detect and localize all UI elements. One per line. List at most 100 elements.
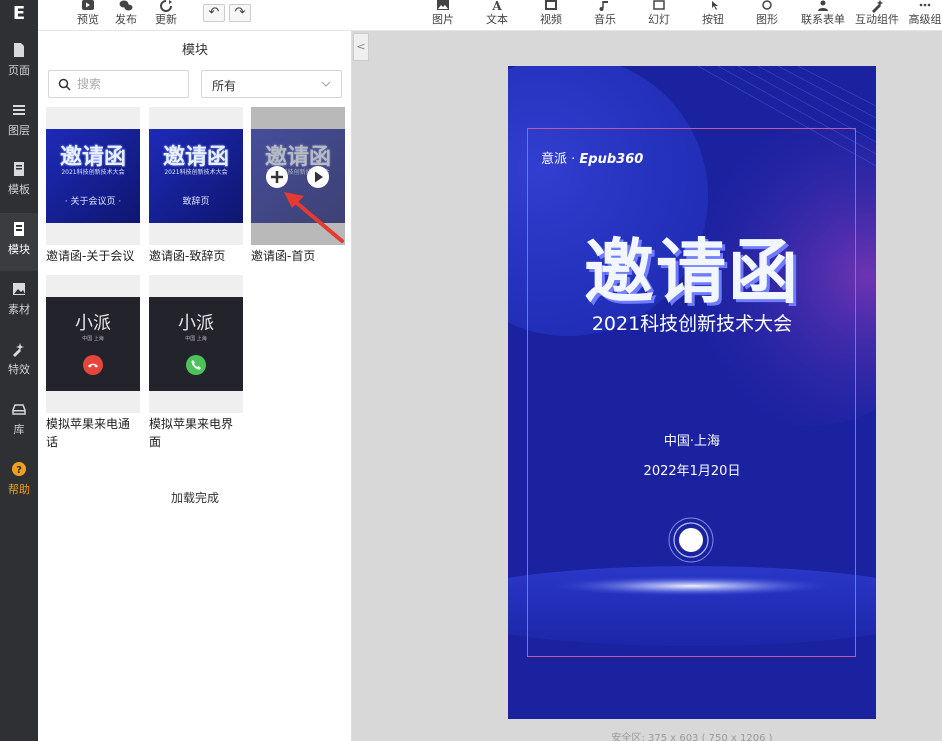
wand-icon	[872, 0, 883, 13]
brand-cn: 意派 ·	[541, 152, 580, 167]
invitation-preview: 邀请函 2021科技创新技术大会 致辞页	[149, 129, 243, 223]
pointer-icon	[712, 1, 718, 10]
button-label: 按钮	[702, 13, 724, 26]
update-label: 更新	[155, 13, 177, 26]
preview-button[interactable]: 预览	[76, 0, 100, 31]
effects-icon	[13, 343, 24, 357]
svg-text:A: A	[491, 0, 502, 13]
event-city[interactable]: 中国·上海	[508, 430, 876, 449]
insert-slideshow-button[interactable]: 幻灯	[646, 0, 672, 31]
conference-name[interactable]: 2021科技创新技术大会	[508, 309, 876, 336]
library-icon	[12, 404, 26, 415]
brand-en: Epub360	[579, 152, 644, 167]
module-thumbnail[interactable]: 小派 中国 上海	[46, 275, 140, 413]
caller-name: 小派	[75, 313, 111, 334]
module-thumbnail[interactable]: 小派 中国 上海	[149, 275, 243, 413]
rail-item-module[interactable]: 模块	[0, 213, 38, 271]
search-input[interactable]	[77, 75, 182, 93]
update-button[interactable]: 更新	[154, 0, 178, 31]
search-box[interactable]	[48, 70, 189, 98]
call-preview: 小派 中国 上海	[46, 297, 140, 391]
help-icon: ?	[12, 462, 26, 476]
refresh-icon	[160, 0, 172, 12]
preview-label: 预览	[77, 13, 99, 26]
template-icon	[14, 162, 24, 176]
layers-icon	[13, 105, 25, 115]
insert-interactive-button[interactable]: 互动组件	[855, 0, 899, 31]
insert-shape-button[interactable]: 图形	[754, 0, 780, 31]
rail-item-label: 模块	[8, 243, 30, 256]
shape-label: 图形	[756, 13, 778, 26]
play-icon	[82, 0, 94, 10]
module-card-speech[interactable]: 邀请函 2021科技创新技术大会 致辞页 邀请函-致辞页	[149, 107, 243, 265]
collapse-panel-button[interactable]: <	[353, 33, 369, 61]
insert-text-button[interactable]: A 文本	[484, 0, 510, 31]
module-caption: 邀请函-首页	[251, 249, 316, 263]
safe-area-frame	[527, 128, 856, 657]
rail-item-assets[interactable]: 素材	[0, 273, 38, 331]
rail-item-library[interactable]: 库	[0, 393, 38, 451]
redo-button[interactable]: ↷	[229, 4, 251, 22]
module-thumbnail[interactable]: 邀请函 2021科技创新技术大会 致辞页	[149, 107, 243, 245]
event-date[interactable]: 2022年1月20日	[508, 460, 876, 479]
video-label: 视频	[540, 13, 562, 26]
rail-item-page[interactable]: 页面	[0, 34, 38, 92]
publish-button[interactable]: 发布	[114, 0, 138, 31]
module-icon	[14, 222, 24, 236]
brand-logo[interactable]: 意派 · Epub360	[541, 148, 643, 167]
video-icon	[545, 0, 557, 10]
rail-item-label: 页面	[8, 64, 30, 77]
app-logo[interactable]: E	[6, 3, 32, 25]
hangup-icon	[83, 355, 103, 375]
insert-button-button[interactable]: 按钮	[700, 0, 726, 31]
undo-button[interactable]: ↶	[203, 4, 225, 22]
search-icon	[58, 78, 71, 91]
insert-form-button[interactable]: 联系表单	[801, 0, 845, 31]
caller-location: 中国 上海	[82, 336, 104, 342]
left-rail: E 页面 图层 模板 模块 素材 特效 库 ? 帮助	[0, 0, 38, 741]
module-card-call[interactable]: 小派 中国 上海 模拟苹果来电通话	[46, 275, 140, 451]
filter-select[interactable]: 所有	[201, 70, 342, 98]
module-thumbnail[interactable]: 邀请函 2021科技创新技术大会 · 关于会议页 ·	[46, 107, 140, 245]
module-caption: 模拟苹果来电界面	[149, 417, 234, 449]
rail-item-template[interactable]: 模板	[0, 153, 38, 211]
insert-image-button[interactable]: 图片	[430, 0, 456, 31]
slideshow-label: 幻灯	[648, 13, 670, 26]
rail-item-effects[interactable]: 特效	[0, 333, 38, 391]
add-module-button[interactable]	[266, 166, 288, 188]
module-caption: 邀请函-致辞页	[149, 249, 226, 263]
music-icon	[599, 1, 608, 11]
insert-video-button[interactable]: 视频	[538, 0, 564, 31]
circle-icon	[762, 0, 772, 10]
advanced-label: 高级组	[908, 13, 942, 26]
more-icon	[919, 3, 931, 7]
rail-item-help[interactable]: ? 帮助	[0, 453, 38, 511]
form-label: 联系表单	[801, 13, 845, 26]
svg-text:?: ?	[16, 465, 22, 476]
chevron-down-icon	[321, 81, 331, 87]
module-card-about[interactable]: 邀请函 2021科技创新技术大会 · 关于会议页 · 邀请函-关于会议	[46, 107, 140, 265]
image-label: 图片	[432, 13, 454, 26]
preview-module-button[interactable]	[307, 166, 329, 188]
rail-item-label: 特效	[8, 363, 30, 376]
loaded-status: 加载完成	[170, 491, 219, 505]
thumb-subtitle: 2021科技创新技术大会	[164, 169, 228, 176]
rail-item-label: 库	[13, 423, 25, 436]
module-panel: 模块 所有 邀请函 2021科技创新技术大会 · 关于会议页 · 邀请函-关于会…	[38, 31, 352, 741]
rail-item-label: 帮助	[8, 483, 30, 496]
page-canvas[interactable]: 意派 · Epub360 邀请函 2021科技创新技术大会 中国·上海 2022…	[508, 66, 876, 719]
insert-music-button[interactable]: 音乐	[592, 0, 618, 31]
filter-value: 所有	[212, 79, 237, 93]
plus-icon	[271, 171, 283, 183]
rail-item-label: 模板	[8, 183, 30, 196]
call-preview: 小派 中国 上海	[149, 297, 243, 391]
image-icon	[13, 283, 25, 295]
advanced-button[interactable]: 高级组	[908, 0, 942, 31]
invitation-title[interactable]: 邀请函	[508, 216, 876, 317]
wechat-icon	[119, 0, 133, 11]
slideshow-icon	[653, 0, 665, 10]
module-card-call-screen[interactable]: 小派 中国 上海 模拟苹果来电界面	[149, 275, 243, 451]
text-icon: A	[491, 0, 502, 13]
rail-item-layers[interactable]: 图层	[0, 94, 38, 152]
top-toolbar: 预览 发布 更新 ↶ ↷ 图片 A 文本 视频 音乐 幻灯 按钮 图形 联系表单	[38, 0, 942, 31]
